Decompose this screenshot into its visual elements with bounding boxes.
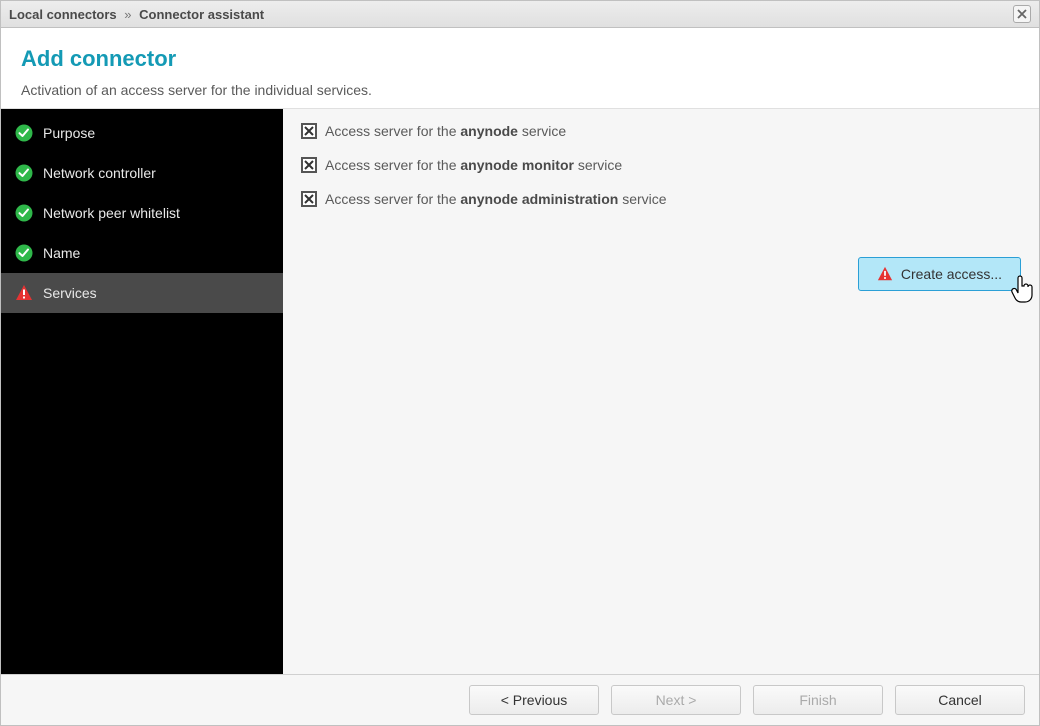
sidebar-item-label: Network peer whitelist bbox=[43, 205, 180, 221]
service-label: Access server for the anynode service bbox=[325, 123, 566, 139]
dialog-window: Local connectors » Connector assistant A… bbox=[0, 0, 1040, 726]
x-mark-icon bbox=[304, 157, 314, 173]
service-label: Access server for the anynode monitor se… bbox=[325, 157, 622, 173]
sidebar-item-label: Network controller bbox=[43, 165, 156, 181]
breadcrumb-current: Connector assistant bbox=[139, 7, 264, 22]
sidebar-item-label: Name bbox=[43, 245, 80, 261]
close-button[interactable] bbox=[1013, 5, 1031, 23]
x-mark-icon bbox=[304, 191, 314, 207]
service-label: Access server for the anynode administra… bbox=[325, 191, 667, 207]
check-circle-icon bbox=[15, 244, 33, 262]
check-circle-icon bbox=[15, 124, 33, 142]
create-access-row: Create access... bbox=[301, 257, 1021, 291]
service-row-anynode-monitor: Access server for the anynode monitor se… bbox=[301, 157, 1021, 173]
finish-button: Finish bbox=[753, 685, 883, 715]
sidebar-item-network-peer-whitelist[interactable]: Network peer whitelist bbox=[1, 193, 283, 233]
sidebar-item-name[interactable]: Name bbox=[1, 233, 283, 273]
create-access-button[interactable]: Create access... bbox=[858, 257, 1021, 291]
warning-triangle-icon bbox=[15, 284, 33, 302]
checkbox-anynode-monitor[interactable] bbox=[301, 157, 317, 173]
service-row-anynode-administration: Access server for the anynode administra… bbox=[301, 191, 1021, 207]
next-button: Next > bbox=[611, 685, 741, 715]
service-row-anynode: Access server for the anynode service bbox=[301, 123, 1021, 139]
page-subtitle: Activation of an access server for the i… bbox=[21, 82, 1019, 98]
page-title: Add connector bbox=[21, 46, 1019, 72]
sidebar-item-label: Services bbox=[43, 285, 97, 301]
sidebar: Purpose Network controller Network peer … bbox=[1, 109, 283, 674]
sidebar-item-purpose[interactable]: Purpose bbox=[1, 113, 283, 153]
x-mark-icon bbox=[304, 123, 314, 139]
check-circle-icon bbox=[15, 204, 33, 222]
breadcrumb-separator: » bbox=[124, 7, 131, 22]
warning-triangle-icon bbox=[877, 266, 893, 282]
footer: < Previous Next > Finish Cancel bbox=[1, 674, 1039, 725]
close-icon bbox=[1017, 6, 1027, 22]
check-circle-icon bbox=[15, 164, 33, 182]
cancel-button[interactable]: Cancel bbox=[895, 685, 1025, 715]
create-access-label: Create access... bbox=[901, 266, 1002, 282]
sidebar-item-label: Purpose bbox=[43, 125, 95, 141]
checkbox-anynode[interactable] bbox=[301, 123, 317, 139]
main-content: Access server for the anynode service Ac… bbox=[283, 109, 1039, 674]
body: Purpose Network controller Network peer … bbox=[1, 108, 1039, 674]
header: Add connector Activation of an access se… bbox=[1, 28, 1039, 108]
checkbox-anynode-administration[interactable] bbox=[301, 191, 317, 207]
breadcrumb: Local connectors » Connector assistant bbox=[9, 7, 264, 22]
previous-button[interactable]: < Previous bbox=[469, 685, 599, 715]
titlebar: Local connectors » Connector assistant bbox=[1, 1, 1039, 28]
breadcrumb-root[interactable]: Local connectors bbox=[9, 7, 117, 22]
sidebar-item-network-controller[interactable]: Network controller bbox=[1, 153, 283, 193]
sidebar-item-services[interactable]: Services bbox=[1, 273, 283, 313]
